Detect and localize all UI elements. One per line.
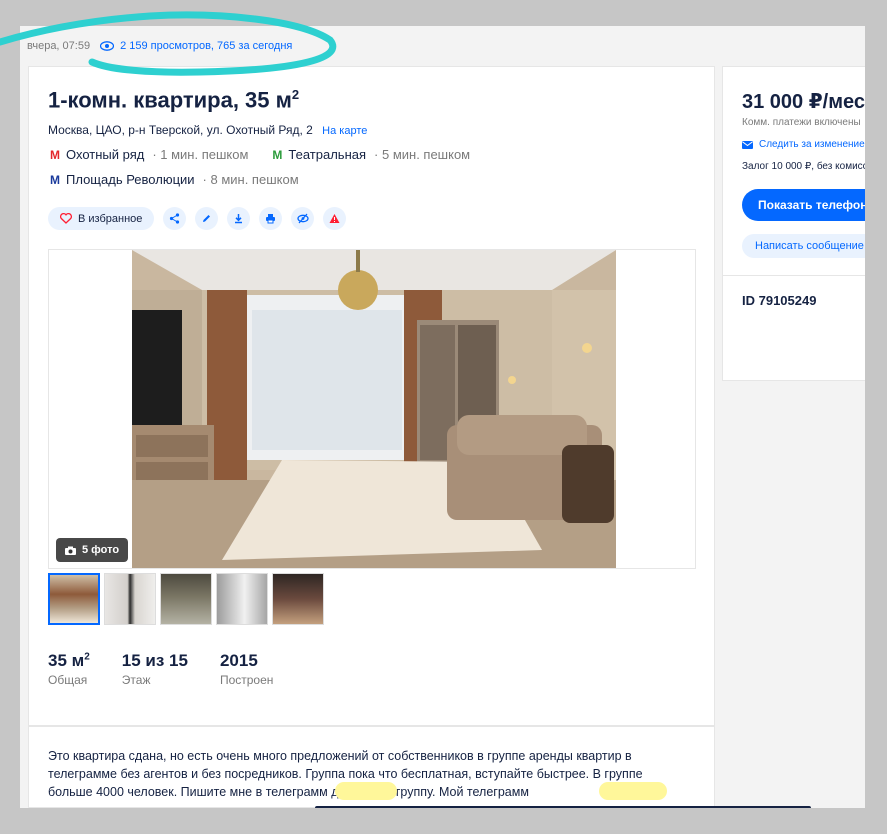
fact-value-sup: 2	[84, 651, 90, 663]
thumbnail[interactable]	[160, 573, 212, 625]
utilities-note: Комм. платежи включены	[742, 117, 861, 128]
fact-item: 35 м2 Общая	[48, 651, 90, 687]
redaction-mark	[599, 782, 667, 800]
fact-label: Этаж	[121, 673, 151, 687]
note-button[interactable]	[195, 207, 219, 230]
fact-value: 2015	[219, 651, 258, 670]
main-photo[interactable]	[132, 250, 616, 568]
thumbnail-strip	[48, 573, 324, 625]
follow-price-link[interactable]: Следить за изменением цены	[742, 139, 865, 150]
price-sidebar: 31 000 ₽/мес. Комм. платежи включены Сле…	[722, 66, 865, 381]
fact-label: Построен	[219, 673, 274, 687]
download-icon	[235, 214, 243, 224]
price: 31 000 ₽/мес.	[742, 91, 865, 113]
photo-count-text: 5 фото	[82, 544, 120, 556]
heart-icon	[60, 213, 72, 224]
title-sup: 2	[291, 87, 300, 102]
redaction-mark	[335, 782, 397, 800]
metro-icon: М	[50, 172, 60, 187]
envelope-icon	[742, 140, 753, 149]
views-text[interactable]: 2 159 просмотров, 765 за сегодня	[120, 40, 292, 52]
metro-name[interactable]: Охотный ряд	[66, 147, 144, 162]
thumbnail[interactable]	[104, 573, 156, 625]
metro-name[interactable]: Театральная	[288, 147, 366, 162]
download-button[interactable]	[227, 207, 251, 230]
printer-icon	[266, 214, 276, 224]
action-bar: В избранное	[48, 207, 347, 230]
title-text: 1-комн. квартира, 35 м	[48, 87, 292, 113]
thumbnail[interactable]	[216, 573, 268, 625]
metro-item: М Площадь Революции · 8 мин. пешком	[48, 172, 299, 187]
metro-icon: М	[272, 147, 283, 162]
eye-off-icon	[297, 213, 309, 224]
favorite-button[interactable]: В избранное	[48, 207, 155, 230]
metro-name[interactable]: Площадь Революции	[66, 172, 195, 187]
report-button[interactable]	[323, 207, 347, 230]
favorite-label: В избранное	[78, 212, 143, 225]
fact-item: 15 из 15 Этаж	[122, 651, 188, 687]
fact-item: 2015 Построен	[220, 651, 273, 687]
share-icon	[170, 213, 180, 224]
metro-icon: М	[50, 147, 60, 162]
fact-value: 15 из 15	[121, 651, 188, 670]
fact-label: Общая	[48, 673, 88, 687]
show-phone-button[interactable]: Показать телефон	[742, 189, 865, 221]
deposit-info: Залог 10 000 ₽, без комиссии	[742, 161, 865, 172]
photo-gallery: 5 фото	[48, 249, 696, 569]
fact-value: 35 м2	[48, 651, 90, 671]
address-text[interactable]: Москва, ЦАО, р-н Тверской, ул. Охотный Р…	[48, 123, 313, 137]
follow-label: Следить за изменением цены	[759, 139, 865, 150]
write-message-button[interactable]: Написать сообщение	[742, 234, 865, 258]
description-card: Это квартира сдана, но есть очень много …	[28, 726, 715, 808]
facts: 35 м2 Общая 15 из 15 Этаж 2015 Построен	[48, 651, 273, 687]
address: Москва, ЦАО, р-н Тверской, ул. Охотный Р…	[48, 123, 367, 137]
pencil-icon	[203, 215, 211, 222]
listing-id: ID 79105249	[742, 293, 817, 308]
listing-card: 1-комн. квартира, 35 м2 Москва, ЦАО, р-н…	[28, 66, 715, 726]
posted-time: вчера, 07:59	[27, 40, 91, 52]
room-photo-image	[132, 250, 616, 568]
metro-item: М Охотный ряд · 1 мин. пешком М Театраль…	[48, 147, 470, 162]
thumbnail[interactable]	[48, 573, 100, 625]
map-link[interactable]: На карте	[322, 125, 367, 137]
camera-icon	[65, 546, 76, 555]
warning-icon	[329, 214, 340, 223]
thumbnail[interactable]	[272, 573, 324, 625]
hide-button[interactable]	[291, 207, 315, 230]
divider	[723, 275, 865, 276]
meta-bar: вчера, 07:59 2 159 просмотров, 765 за се…	[27, 40, 292, 52]
page: вчера, 07:59 2 159 просмотров, 765 за се…	[20, 26, 865, 808]
metro-distance: · 5 мин. пешком	[374, 147, 471, 162]
metro-distance: · 8 мин. пешком	[202, 172, 299, 187]
page-title: 1-комн. квартира, 35 м2	[48, 87, 299, 113]
views-counter: 2 159 просмотров, 765 за сегодня	[100, 40, 292, 52]
photo-count-badge[interactable]: 5 фото	[56, 538, 129, 562]
print-button[interactable]	[259, 207, 283, 230]
share-button[interactable]	[163, 207, 187, 230]
bottom-overlay-bar	[315, 806, 811, 808]
fact-value-text: 35 м	[48, 651, 85, 670]
metro-distance: · 1 мин. пешком	[152, 147, 249, 162]
eye-icon	[100, 41, 115, 51]
